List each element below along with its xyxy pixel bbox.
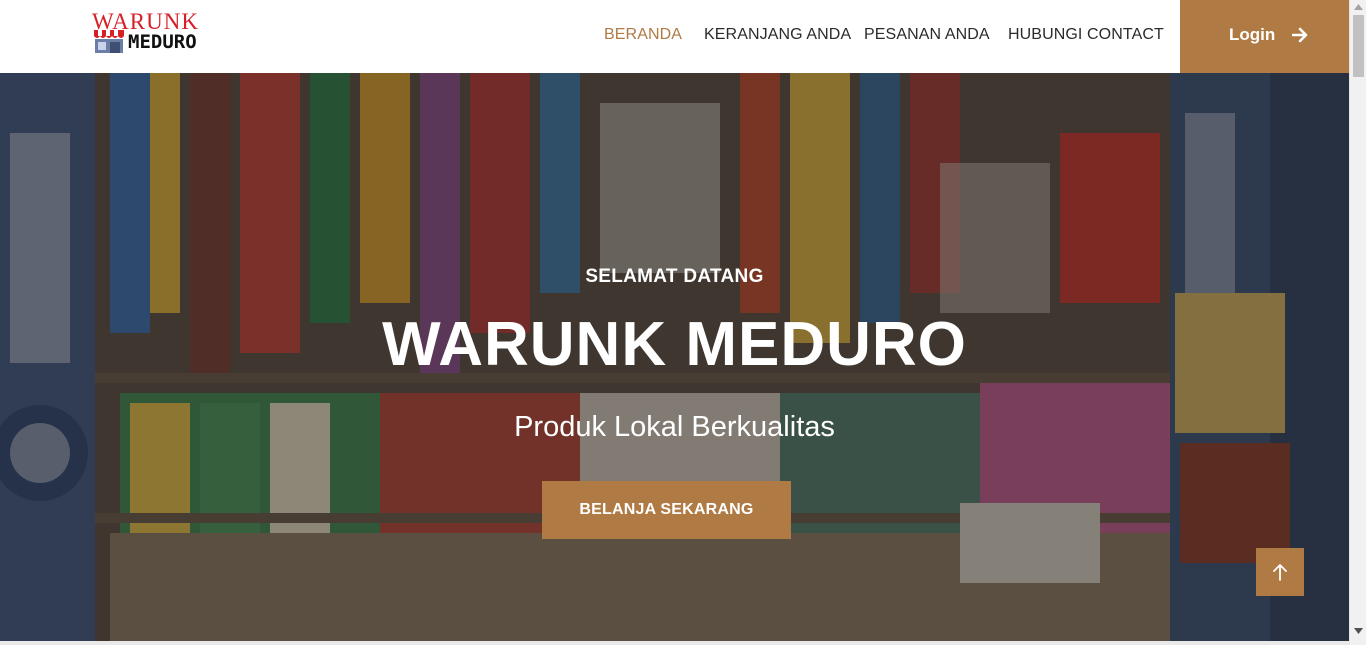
- shop-now-button[interactable]: BELANJA SEKARANG: [542, 481, 791, 539]
- page-scrollbar[interactable]: [1349, 0, 1366, 645]
- login-button[interactable]: Login: [1180, 0, 1349, 73]
- nav-item-beranda[interactable]: BERANDA: [604, 26, 682, 44]
- shop-now-label: BELANJA SEKARANG: [579, 501, 754, 518]
- hero-section: SELAMAT DATANG WARUNK MEDURO Produk Loka…: [0, 73, 1349, 641]
- nav-item-pesanan[interactable]: PESANAN ANDA: [864, 26, 990, 44]
- scroll-down-icon[interactable]: [1354, 628, 1363, 634]
- nav-item-keranjang[interactable]: KERANJANG ANDA: [704, 26, 851, 44]
- hero-eyebrow: SELAMAT DATANG: [585, 266, 764, 287]
- nav-item-hubungi[interactable]: HUBUNGI CONTACT: [1008, 26, 1164, 44]
- next-section-edge: [0, 641, 1349, 645]
- main-nav: BERANDA KERANJANG ANDA PESANAN ANDA HUBU…: [0, 0, 1180, 73]
- arrow-right-icon: [1292, 27, 1308, 43]
- back-to-top-button[interactable]: [1256, 548, 1304, 596]
- login-label: Login: [1229, 25, 1276, 44]
- scrollbar-thumb[interactable]: [1353, 15, 1364, 77]
- hero-subtitle: Produk Lokal Berkualitas: [514, 411, 835, 443]
- arrow-up-icon: [1273, 564, 1287, 581]
- hero-title: WARUNK MEDURO: [382, 310, 967, 379]
- site-header: WARUNK MEDURO BERANDA KERANJANG ANDA PES…: [0, 0, 1349, 73]
- scroll-up-icon[interactable]: [1354, 4, 1363, 10]
